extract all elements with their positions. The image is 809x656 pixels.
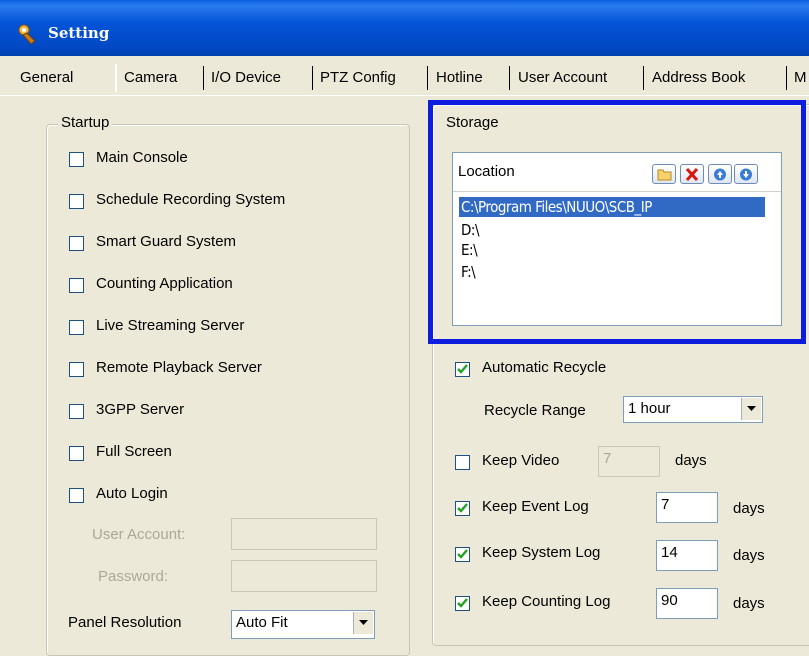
- keep-counting-log-value: 90: [661, 592, 678, 609]
- password-field[interactable]: [231, 560, 377, 592]
- keep-counting-log-label: Keep Counting Log: [482, 593, 611, 610]
- 3gpp-server-label: 3GPP Server: [96, 401, 185, 418]
- checkmark-icon: [457, 503, 468, 513]
- chevron-down-icon[interactable]: [353, 612, 373, 634]
- keep-counting-log-field[interactable]: 90: [656, 588, 718, 619]
- keep-system-log-checkbox[interactable]: [455, 547, 470, 562]
- checkmark-icon: [457, 549, 468, 559]
- keep-event-log-value: 7: [661, 496, 670, 513]
- tab-camera[interactable]: Camera: [124, 67, 177, 89]
- keep-system-log-label: Keep System Log: [482, 544, 601, 561]
- user-account-field[interactable]: [231, 518, 377, 550]
- main-console-checkbox[interactable]: [69, 152, 84, 167]
- checkmark-icon: [457, 364, 468, 374]
- tab-more[interactable]: M: [794, 67, 807, 89]
- auto-login-label: Auto Login: [96, 485, 168, 502]
- keep-video-label: Keep Video: [482, 452, 560, 469]
- keep-event-log-checkbox[interactable]: [455, 501, 470, 516]
- tab-address-book[interactable]: Address Book: [652, 67, 745, 89]
- tab-io-device[interactable]: I/O Device: [211, 67, 281, 89]
- keep-video-value: 7: [603, 450, 612, 467]
- remote-playback-checkbox[interactable]: [69, 362, 84, 377]
- main-console-label: Main Console: [96, 149, 188, 166]
- keep-video-field[interactable]: 7: [598, 446, 660, 477]
- tab-hotline[interactable]: Hotline: [436, 67, 483, 89]
- keep-system-log-days-label: days: [733, 547, 765, 564]
- keep-video-days-label: days: [675, 452, 707, 469]
- keep-system-log-field[interactable]: 14: [656, 540, 718, 571]
- title-bar: Setting: [0, 0, 809, 56]
- window-title: Setting: [48, 24, 110, 42]
- tab-strip: General Camera I/O Device PTZ Config Hot…: [0, 56, 809, 96]
- schedule-recording-checkbox[interactable]: [69, 194, 84, 209]
- recycle-range-label: Recycle Range: [484, 402, 586, 419]
- automatic-recycle-label: Automatic Recycle: [482, 359, 607, 376]
- keep-event-log-label: Keep Event Log: [482, 498, 589, 515]
- smart-guard-label: Smart Guard System: [96, 233, 237, 250]
- chevron-down-icon[interactable]: [741, 398, 761, 420]
- panel-resolution-select[interactable]: Auto Fit: [231, 610, 375, 639]
- keep-system-log-value: 14: [661, 544, 678, 561]
- full-screen-label: Full Screen: [96, 443, 172, 460]
- checkmark-icon: [457, 598, 468, 608]
- live-streaming-checkbox[interactable]: [69, 320, 84, 335]
- recycle-range-value: 1 hour: [628, 400, 671, 417]
- schedule-recording-label: Schedule Recording System: [96, 191, 286, 208]
- tab-ptz-config[interactable]: PTZ Config: [320, 67, 396, 89]
- keep-event-log-field[interactable]: 7: [656, 492, 718, 523]
- counting-application-label: Counting Application: [96, 275, 233, 292]
- recycle-range-select[interactable]: 1 hour: [623, 396, 763, 423]
- live-streaming-label: Live Streaming Server: [96, 317, 245, 334]
- panel-resolution-value: Auto Fit: [236, 614, 288, 631]
- settings-icon: [18, 24, 36, 45]
- counting-application-checkbox[interactable]: [69, 278, 84, 293]
- 3gpp-server-checkbox[interactable]: [69, 404, 84, 419]
- password-label: Password:: [98, 568, 169, 585]
- automatic-recycle-checkbox[interactable]: [455, 362, 470, 377]
- tab-general[interactable]: General: [20, 67, 73, 89]
- keep-counting-log-checkbox[interactable]: [455, 596, 470, 611]
- user-account-label: User Account:: [92, 526, 186, 543]
- keep-video-checkbox[interactable]: [455, 455, 470, 470]
- tab-user-account[interactable]: User Account: [518, 67, 607, 89]
- remote-playback-label: Remote Playback Server: [96, 359, 262, 376]
- keep-counting-log-days-label: days: [733, 595, 765, 612]
- panel-resolution-label: Panel Resolution: [68, 614, 182, 631]
- smart-guard-checkbox[interactable]: [69, 236, 84, 251]
- auto-login-checkbox[interactable]: [69, 488, 84, 503]
- full-screen-checkbox[interactable]: [69, 446, 84, 461]
- startup-legend: Startup: [58, 114, 113, 131]
- keep-event-log-days-label: days: [733, 500, 765, 517]
- storage-highlight-frame: [428, 100, 806, 344]
